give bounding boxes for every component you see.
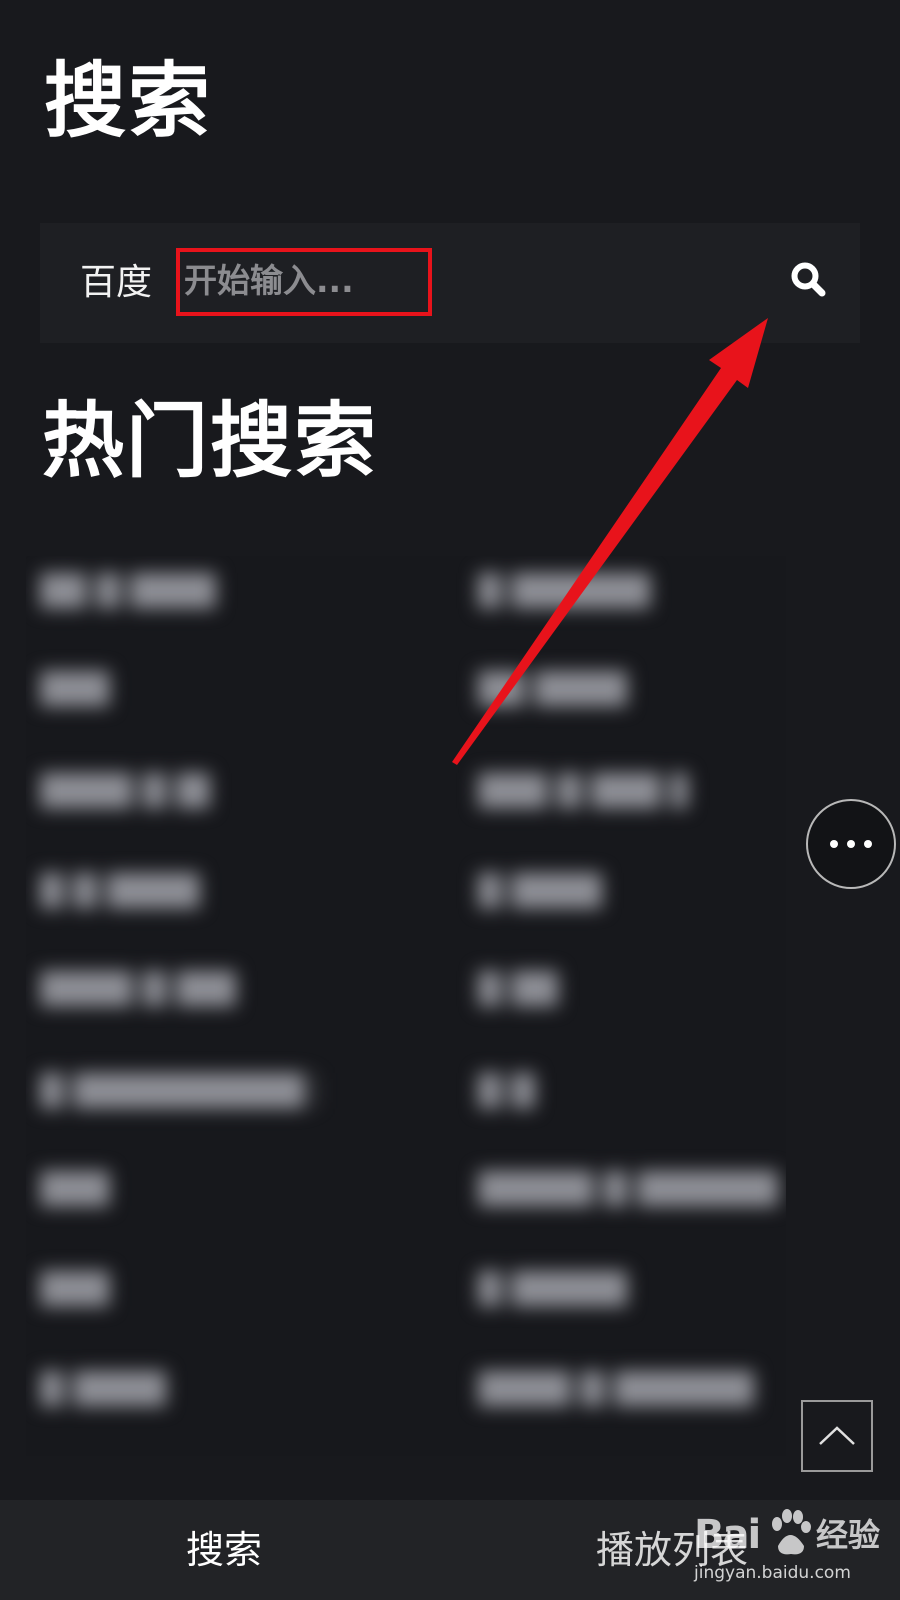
hot-search-item[interactable]: ███ (40, 1170, 130, 1210)
hot-search-item[interactable]: █ ██████████ ███ (40, 1072, 316, 1112)
back-to-top-button[interactable] (801, 1400, 873, 1472)
hot-search-item[interactable]: █ █ ████ (40, 872, 206, 912)
hot-search-item[interactable]: ███ (40, 1270, 126, 1310)
hot-search-item[interactable]: █████ █ ████████ (478, 1170, 778, 1210)
hot-search-item[interactable]: █ ████ (478, 872, 602, 912)
more-horizontal-icon (830, 840, 872, 848)
hot-search-item[interactable]: █ █████ (478, 1270, 638, 1310)
hot-search-item[interactable]: ████ █ ████████ (478, 1370, 754, 1410)
more-button[interactable] (806, 799, 896, 889)
tab-playlist[interactable]: 播放列表 (596, 1525, 748, 1575)
search-button[interactable] (784, 255, 832, 303)
bottom-tab-bar: 搜索 播放列表 (0, 1500, 900, 1600)
hot-search-item[interactable]: █ ████ (40, 1370, 190, 1410)
hot-search-item[interactable]: ██ █ ████ (40, 572, 216, 612)
tab-search[interactable]: 搜索 (186, 1525, 262, 1575)
hot-search-item[interactable]: ███ █ ███ ██ (478, 772, 688, 812)
hot-search-item[interactable]: █ ██████ (478, 572, 664, 612)
page-title: 搜索 (44, 54, 213, 149)
hot-search-title: 热门搜索 (42, 394, 379, 489)
hot-search-item[interactable]: █ █ (478, 1072, 554, 1112)
hot-search-item[interactable]: █ ██ (478, 970, 562, 1010)
hot-search-list: ██ █ ████ █ ██████ ███ ██ ████ ████ █ ██… (26, 556, 786, 1456)
hot-search-item[interactable]: ████ █ ██ (40, 772, 210, 812)
search-engine-label[interactable]: 百度 (80, 261, 152, 305)
search-icon (791, 262, 826, 297)
search-bar: 百度 (40, 223, 860, 343)
hot-search-item[interactable]: ██ ████ (478, 670, 648, 710)
hot-search-item[interactable]: ███ (40, 670, 130, 710)
hot-search-item[interactable]: ████ █ ███ (40, 970, 236, 1010)
chevron-up-icon (819, 1426, 855, 1445)
search-input[interactable] (182, 253, 420, 307)
